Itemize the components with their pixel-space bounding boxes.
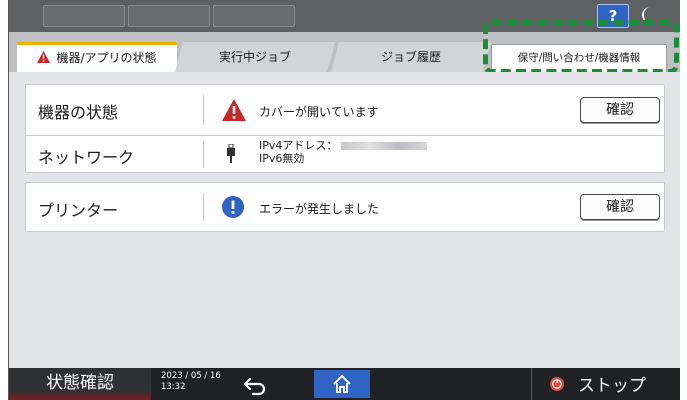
- ipv4-label: IPv4アドレス：: [259, 139, 338, 152]
- row-label: 機器の状態: [38, 103, 119, 122]
- ipv4-address: IPv4アドレス：: [259, 139, 428, 152]
- status-slot: [128, 5, 210, 27]
- help-button[interactable]: ?: [597, 4, 629, 28]
- home-icon: [333, 374, 351, 393]
- status-slot: [43, 5, 125, 27]
- info-alert-icon: [222, 196, 244, 218]
- status-message: カバーが開いています: [259, 105, 379, 119]
- status-message: エラーが発生しました: [259, 202, 380, 216]
- device-screen: ? 機器/アプリの状態 実行中ジョブ ジョブ履歴 保守/問い合わせ/機器情報 機…: [8, 0, 680, 400]
- date-time: 2023 / 05 / 16 13:32: [161, 371, 221, 393]
- status-slot: [213, 5, 295, 27]
- divider: [203, 95, 204, 125]
- status-content: 機器の状態 カバーが開いています 確認 ネットワーク IPv4アドレス： IPv…: [9, 72, 680, 368]
- stop-button[interactable]: ストップ: [531, 368, 680, 400]
- tab-running-jobs[interactable]: 実行中ジョブ: [175, 42, 335, 72]
- tab-label: 保守/問い合わせ/機器情報: [517, 52, 641, 64]
- tab-label: 機器/アプリの状態: [56, 51, 157, 65]
- energy-saver-icon[interactable]: [637, 5, 657, 25]
- bottom-bar: 状態確認 2023 / 05 / 16 13:32 ストップ: [9, 368, 680, 400]
- home-button[interactable]: [314, 370, 370, 398]
- tab-job-history[interactable]: ジョブ履歴: [331, 42, 491, 72]
- row-label: プリンター: [38, 201, 119, 220]
- row-label: ネットワーク: [38, 148, 135, 167]
- status-panel: 機器の状態 カバーが開いています 確認 ネットワーク IPv4アドレス： IPv…: [25, 84, 665, 173]
- divider: [203, 193, 204, 221]
- confirm-button[interactable]: 確認: [580, 97, 660, 123]
- tab-maintenance-inquiry-info[interactable]: 保守/問い合わせ/機器情報: [491, 44, 667, 74]
- device-status-row: 機器の状態 カバーが開いています 確認: [26, 85, 664, 135]
- time: 13:32: [161, 382, 186, 392]
- tab-device-status[interactable]: 機器/アプリの状態: [17, 42, 177, 72]
- tab-bar: 機器/アプリの状態 実行中ジョブ ジョブ履歴 保守/問い合わせ/機器情報: [9, 32, 680, 74]
- back-arrow-icon[interactable]: [241, 374, 271, 396]
- confirm-button[interactable]: 確認: [580, 194, 660, 220]
- printer-panel: プリンター エラーが発生しました 確認: [25, 182, 665, 232]
- divider: [203, 141, 204, 168]
- stop-label: ストップ: [578, 376, 646, 396]
- warning-icon: [222, 99, 246, 121]
- date: 2023 / 05 / 16: [161, 371, 221, 381]
- printer-status-row: プリンター エラーが発生しました 確認: [26, 183, 664, 231]
- tab-label: 実行中ジョブ: [218, 50, 291, 64]
- stop-icon: [550, 377, 564, 391]
- ipv6-status: IPv6無効: [259, 152, 305, 165]
- tab-label: ジョブ履歴: [380, 50, 441, 64]
- top-status-bar: ?: [9, 0, 680, 32]
- masked-ip-value: [341, 142, 428, 150]
- network-status-row: ネットワーク IPv4アドレス： IPv6無効: [26, 136, 664, 173]
- network-plug-icon: [227, 144, 235, 163]
- warning-icon: [37, 51, 51, 63]
- status-check-button[interactable]: 状態確認: [9, 368, 151, 400]
